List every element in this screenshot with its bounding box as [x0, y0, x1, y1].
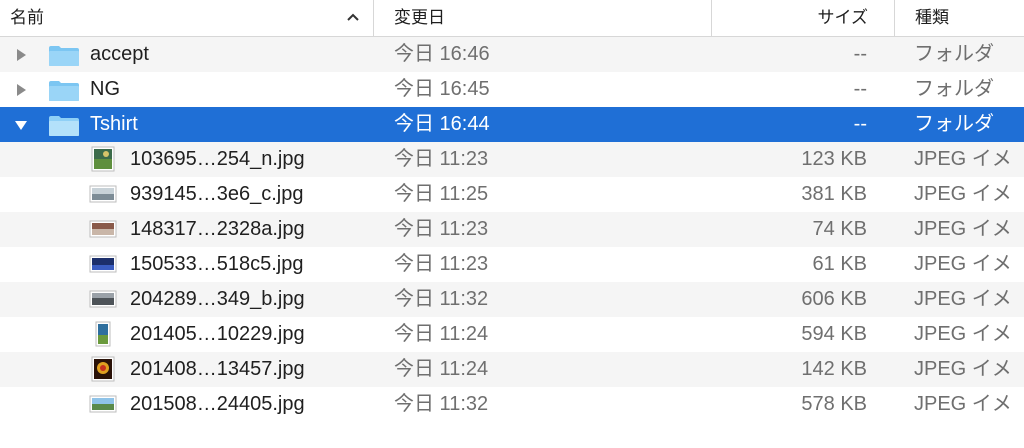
column-header-name[interactable]: 名前 — [0, 0, 372, 36]
file-list: accept 今日 16:46 -- フォルダ NG 今日 16:45 -- フ… — [0, 37, 1024, 422]
folder-row[interactable]: accept 今日 16:46 -- フォルダ — [0, 37, 1024, 72]
image-thumbnail-icon — [91, 356, 115, 382]
modified-date: 今日 11:32 — [394, 393, 489, 415]
image-thumbnail-icon — [89, 185, 117, 203]
file-kind: フォルダ — [914, 78, 994, 100]
modified-date: 今日 11:23 — [394, 148, 489, 170]
file-size: -- — [853, 113, 867, 135]
folder-name: accept — [90, 43, 149, 65]
column-header-name-label: 名前 — [10, 8, 44, 27]
file-kind: フォルダ — [914, 43, 994, 65]
file-size: 61 KB — [812, 253, 867, 275]
column-header-size[interactable]: サイズ — [711, 0, 894, 36]
file-name: 148317…2328a.jpg — [130, 218, 305, 240]
file-size: -- — [853, 43, 867, 65]
modified-date: 今日 11:24 — [394, 358, 489, 380]
file-row[interactable]: 201405…10229.jpg 今日 11:24 594 KB JPEG イメ — [0, 317, 1024, 352]
disclosure-down-icon[interactable] — [14, 118, 28, 132]
file-row[interactable]: 148317…2328a.jpg 今日 11:23 74 KB JPEG イメ — [0, 212, 1024, 247]
folder-row-selected[interactable]: Tshirt 今日 16:44 -- フォルダ — [0, 107, 1024, 142]
modified-date: 今日 11:32 — [394, 288, 489, 310]
file-size: 578 KB — [801, 393, 867, 415]
file-kind: JPEG イメ — [914, 183, 1012, 205]
file-size: 606 KB — [801, 288, 867, 310]
file-size: -- — [853, 78, 867, 100]
file-row[interactable]: 939145…3e6_c.jpg 今日 11:25 381 KB JPEG イメ — [0, 177, 1024, 212]
file-size: 74 KB — [812, 218, 867, 240]
column-header-date-label: 変更日 — [394, 8, 445, 27]
column-header-bar: 名前 変更日 サイズ 種類 — [0, 0, 1024, 37]
folder-icon — [49, 81, 79, 101]
folder-row[interactable]: NG 今日 16:45 -- フォルダ — [0, 72, 1024, 107]
file-kind: JPEG イメ — [914, 288, 1012, 310]
column-header-date[interactable]: 変更日 — [373, 0, 711, 36]
file-kind: JPEG イメ — [914, 393, 1012, 415]
file-kind: JPEG イメ — [914, 358, 1012, 380]
file-name: 201405…10229.jpg — [130, 323, 305, 345]
image-thumbnail-icon — [89, 290, 117, 308]
modified-date: 今日 11:23 — [394, 253, 489, 275]
image-thumbnail-icon — [89, 395, 117, 413]
modified-date: 今日 16:45 — [394, 78, 490, 100]
modified-date: 今日 11:23 — [394, 218, 489, 240]
file-kind: フォルダ — [914, 113, 994, 135]
file-name: 939145…3e6_c.jpg — [130, 183, 304, 205]
file-name: 103695…254_n.jpg — [130, 148, 305, 170]
file-kind: JPEG イメ — [914, 148, 1012, 170]
chevron-up-icon[interactable] — [346, 12, 360, 22]
image-thumbnail-icon — [95, 321, 111, 347]
file-row[interactable]: 201508…24405.jpg 今日 11:32 578 KB JPEG イメ — [0, 387, 1024, 422]
folder-icon — [49, 46, 79, 66]
file-kind: JPEG イメ — [914, 323, 1012, 345]
folder-name: NG — [90, 78, 120, 100]
modified-date: 今日 11:25 — [394, 183, 489, 205]
folder-name: Tshirt — [90, 113, 138, 135]
column-header-size-label: サイズ — [817, 8, 869, 27]
image-thumbnail-icon — [89, 220, 117, 238]
modified-date: 今日 16:46 — [394, 43, 490, 65]
file-row[interactable]: 150533…518c5.jpg 今日 11:23 61 KB JPEG イメ — [0, 247, 1024, 282]
file-size: 381 KB — [801, 183, 867, 205]
file-name: 201508…24405.jpg — [130, 393, 305, 415]
file-size: 142 KB — [801, 358, 867, 380]
file-kind: JPEG イメ — [914, 253, 1012, 275]
column-header-kind[interactable]: 種類 — [894, 0, 1024, 36]
column-header-kind-label: 種類 — [915, 8, 949, 27]
file-name: 150533…518c5.jpg — [130, 253, 304, 275]
file-row[interactable]: 201408…13457.jpg 今日 11:24 142 KB JPEG イメ — [0, 352, 1024, 387]
file-name: 204289…349_b.jpg — [130, 288, 305, 310]
modified-date: 今日 16:44 — [394, 113, 490, 135]
file-row[interactable]: 103695…254_n.jpg 今日 11:23 123 KB JPEG イメ — [0, 142, 1024, 177]
image-thumbnail-icon — [89, 255, 117, 273]
finder-list-view: 名前 変更日 サイズ 種類 accept 今日 16:46 -- フォルダ NG… — [0, 0, 1024, 448]
disclosure-right-icon[interactable] — [14, 83, 28, 97]
modified-date: 今日 11:24 — [394, 323, 489, 345]
file-name: 201408…13457.jpg — [130, 358, 305, 380]
image-thumbnail-icon — [91, 146, 115, 172]
file-row[interactable]: 204289…349_b.jpg 今日 11:32 606 KB JPEG イメ — [0, 282, 1024, 317]
file-size: 594 KB — [801, 323, 867, 345]
folder-icon — [49, 116, 79, 136]
file-kind: JPEG イメ — [914, 218, 1012, 240]
disclosure-right-icon[interactable] — [14, 48, 28, 62]
file-size: 123 KB — [801, 148, 867, 170]
